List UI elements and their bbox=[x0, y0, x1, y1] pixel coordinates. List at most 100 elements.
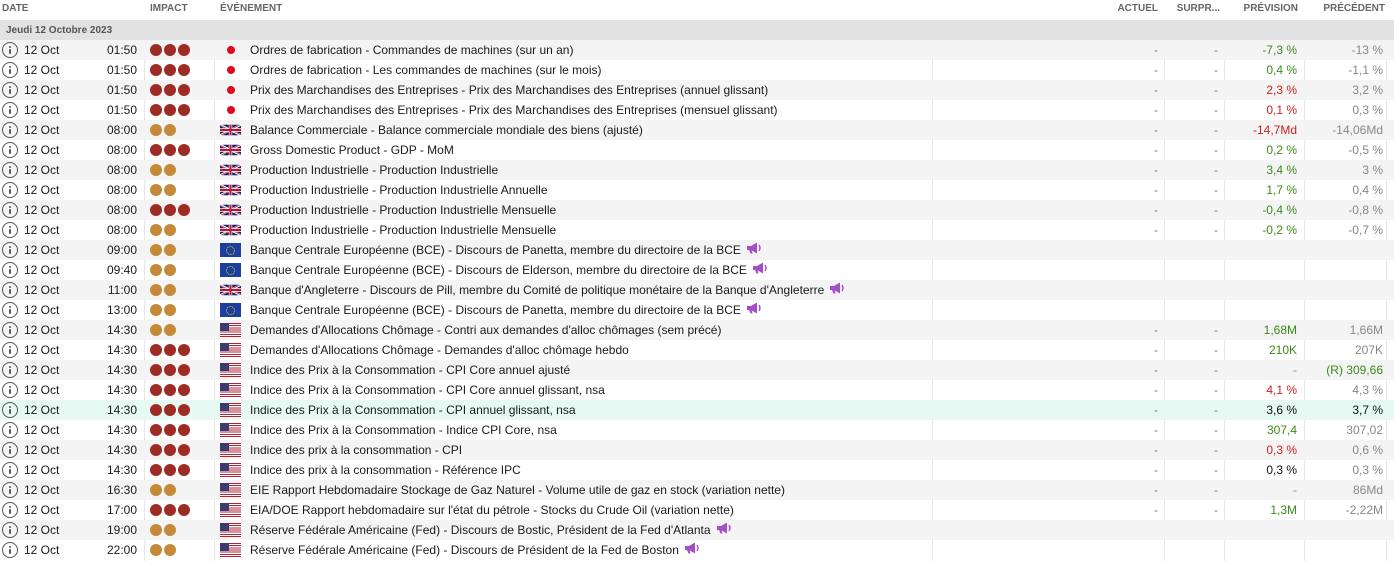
header-date[interactable]: DATE bbox=[2, 0, 28, 20]
info-icon[interactable] bbox=[2, 362, 18, 378]
event-title[interactable]: Indice des Prix à la Consommation - Indi… bbox=[250, 423, 557, 437]
event-row[interactable]: 12 Oct 13:00 Banque Centrale Européenne (B… bbox=[0, 300, 1394, 320]
event-name[interactable]: Banque d'Angleterre - Discours de Pill, … bbox=[250, 280, 1120, 300]
event-row[interactable]: 12 Oct 09:40 Banque Centrale Européenne (B… bbox=[0, 260, 1394, 280]
info-icon[interactable] bbox=[2, 262, 18, 278]
event-row[interactable]: 12 Oct 08:00 Balance Commerciale - Balance… bbox=[0, 120, 1394, 140]
event-name[interactable]: Production Industrielle - Production Ind… bbox=[250, 220, 1120, 240]
info-icon[interactable] bbox=[2, 242, 18, 258]
info-icon[interactable] bbox=[2, 422, 18, 438]
event-details-button[interactable] bbox=[2, 360, 20, 380]
event-details-button[interactable] bbox=[2, 320, 20, 340]
event-title[interactable]: Ordres de fabrication - Commandes de mac… bbox=[250, 43, 573, 57]
event-title[interactable]: Réserve Fédérale Américaine (Fed) - Disc… bbox=[250, 523, 711, 537]
event-title[interactable]: Banque d'Angleterre - Discours de Pill, … bbox=[250, 283, 824, 297]
event-row[interactable]: 12 Oct 09:00 Banque Centrale Européenne (B… bbox=[0, 240, 1394, 260]
info-icon[interactable] bbox=[2, 462, 18, 478]
event-row[interactable]: 12 Oct 08:00 Production Industrielle - Pro… bbox=[0, 160, 1394, 180]
event-details-button[interactable] bbox=[2, 120, 20, 140]
event-title[interactable]: Indice des prix à la consommation - Réfé… bbox=[250, 463, 521, 477]
info-icon[interactable] bbox=[2, 162, 18, 178]
info-icon[interactable] bbox=[2, 322, 18, 338]
event-title[interactable]: Prix des Marchandises des Entreprises - … bbox=[250, 103, 778, 117]
event-row[interactable]: 12 Oct 16:30 EIE Rapport Hebdomadaire Stoc… bbox=[0, 480, 1394, 500]
info-icon[interactable] bbox=[2, 542, 18, 558]
event-details-button[interactable] bbox=[2, 520, 20, 540]
header-forecast[interactable]: PRÉVISION bbox=[1224, 0, 1298, 20]
event-row[interactable]: 12 Oct 01:50 Prix des Marchandises des Ent… bbox=[0, 80, 1394, 100]
event-row[interactable]: 12 Oct 01:50 Ordres de fabrication - Les c… bbox=[0, 60, 1394, 80]
event-title[interactable]: Banque Centrale Européenne (BCE) - Disco… bbox=[250, 303, 741, 317]
event-row[interactable]: 12 Oct 14:30 Indice des Prix à la Consomma… bbox=[0, 400, 1394, 420]
header-impact[interactable]: IMPACT bbox=[150, 0, 188, 20]
event-title[interactable]: Production Industrielle - Production Ind… bbox=[250, 183, 548, 197]
event-name[interactable]: Banque Centrale Européenne (BCE) - Disco… bbox=[250, 240, 1120, 260]
event-title[interactable]: Production Industrielle - Production Ind… bbox=[250, 203, 556, 217]
event-details-button[interactable] bbox=[2, 460, 20, 480]
event-name[interactable]: Banque Centrale Européenne (BCE) - Disco… bbox=[250, 300, 1120, 320]
event-row[interactable]: 12 Oct 01:50 Prix des Marchandises des Ent… bbox=[0, 100, 1394, 120]
event-title[interactable]: Balance Commerciale - Balance commercial… bbox=[250, 123, 643, 137]
event-details-button[interactable] bbox=[2, 540, 20, 560]
info-icon[interactable] bbox=[2, 522, 18, 538]
event-details-button[interactable] bbox=[2, 420, 20, 440]
info-icon[interactable] bbox=[2, 182, 18, 198]
event-details-button[interactable] bbox=[2, 40, 20, 60]
event-details-button[interactable] bbox=[2, 200, 20, 220]
event-row[interactable]: 12 Oct 14:30 Indice des Prix à la Consomma… bbox=[0, 420, 1394, 440]
event-title[interactable]: Gross Domestic Product - GDP - MoM bbox=[250, 143, 454, 157]
event-title[interactable]: Indice des Prix à la Consommation - CPI … bbox=[250, 403, 576, 417]
event-row[interactable]: 12 Oct 08:00 Gross Domestic Product - GDP … bbox=[0, 140, 1394, 160]
event-title[interactable]: Indice des Prix à la Consommation - CPI … bbox=[250, 363, 570, 377]
event-row[interactable]: 12 Oct 17:00 EIA/DOE Rapport hebdomadaire … bbox=[0, 500, 1394, 520]
event-name[interactable]: Production Industrielle - Production Ind… bbox=[250, 180, 1120, 200]
event-name[interactable]: EIA/DOE Rapport hebdomadaire sur l'état … bbox=[250, 500, 1120, 520]
event-row[interactable]: 12 Oct 11:00 Banque d'Angleterre - Discour… bbox=[0, 280, 1394, 300]
event-details-button[interactable] bbox=[2, 400, 20, 420]
event-title[interactable]: Banque Centrale Européenne (BCE) - Disco… bbox=[250, 243, 741, 257]
event-name[interactable]: Banque Centrale Européenne (BCE) - Disco… bbox=[250, 260, 1120, 280]
event-row[interactable]: 12 Oct 08:00 Production Industrielle - Pro… bbox=[0, 200, 1394, 220]
event-details-button[interactable] bbox=[2, 260, 20, 280]
info-icon[interactable] bbox=[2, 102, 18, 118]
event-details-button[interactable] bbox=[2, 180, 20, 200]
event-name[interactable]: Ordres de fabrication - Les commandes de… bbox=[250, 60, 1120, 80]
event-title[interactable]: Ordres de fabrication - Les commandes de… bbox=[250, 63, 601, 77]
event-title[interactable]: Production Industrielle - Production Ind… bbox=[250, 163, 498, 177]
event-name[interactable]: Production Industrielle - Production Ind… bbox=[250, 200, 1120, 220]
event-details-button[interactable] bbox=[2, 280, 20, 300]
event-title[interactable]: Indice des prix à la consommation - CPI bbox=[250, 443, 462, 457]
event-name[interactable]: Demandes d'Allocations Chômage - Demande… bbox=[250, 340, 1120, 360]
event-row[interactable]: 12 Oct 14:30 Indice des Prix à la Consomma… bbox=[0, 380, 1394, 400]
event-row[interactable]: 12 Oct 14:30 Indice des Prix à la Consomma… bbox=[0, 360, 1394, 380]
info-icon[interactable] bbox=[2, 342, 18, 358]
info-icon[interactable] bbox=[2, 482, 18, 498]
info-icon[interactable] bbox=[2, 382, 18, 398]
event-details-button[interactable] bbox=[2, 340, 20, 360]
info-icon[interactable] bbox=[2, 82, 18, 98]
event-name[interactable]: Indice des Prix à la Consommation - CPI … bbox=[250, 360, 1120, 380]
event-name[interactable]: Réserve Fédérale Américaine (Fed) - Disc… bbox=[250, 540, 1120, 560]
event-details-button[interactable] bbox=[2, 140, 20, 160]
header-surprise[interactable]: SURPR... bbox=[1165, 0, 1220, 20]
event-title[interactable]: EIE Rapport Hebdomadaire Stockage de Gaz… bbox=[250, 483, 785, 497]
event-title[interactable]: Banque Centrale Européenne (BCE) - Disco… bbox=[250, 263, 747, 277]
event-details-button[interactable] bbox=[2, 160, 20, 180]
event-name[interactable]: Indice des Prix à la Consommation - CPI … bbox=[250, 400, 1120, 420]
event-row[interactable]: 12 Oct 14:30 Demandes d'Allocations Chômag… bbox=[0, 340, 1394, 360]
event-name[interactable]: Indice des Prix à la Consommation - Indi… bbox=[250, 420, 1120, 440]
event-row[interactable]: 12 Oct 08:00 Production Industrielle - Pro… bbox=[0, 180, 1394, 200]
info-icon[interactable] bbox=[2, 402, 18, 418]
event-name[interactable]: Ordres de fabrication - Commandes de mac… bbox=[250, 40, 1120, 60]
info-icon[interactable] bbox=[2, 282, 18, 298]
event-row[interactable]: 12 Oct 14:30 Demandes d'Allocations Chômag… bbox=[0, 320, 1394, 340]
event-title[interactable]: Réserve Fédérale Américaine (Fed) - Disc… bbox=[250, 543, 679, 557]
event-row[interactable]: 12 Oct 22:00 Réserve Fédérale Américaine (… bbox=[0, 540, 1394, 560]
event-details-button[interactable] bbox=[2, 220, 20, 240]
event-name[interactable]: Balance Commerciale - Balance commercial… bbox=[250, 120, 1120, 140]
info-icon[interactable] bbox=[2, 502, 18, 518]
event-title[interactable]: EIA/DOE Rapport hebdomadaire sur l'état … bbox=[250, 503, 734, 517]
info-icon[interactable] bbox=[2, 302, 18, 318]
event-title[interactable]: Production Industrielle - Production Ind… bbox=[250, 223, 556, 237]
info-icon[interactable] bbox=[2, 222, 18, 238]
